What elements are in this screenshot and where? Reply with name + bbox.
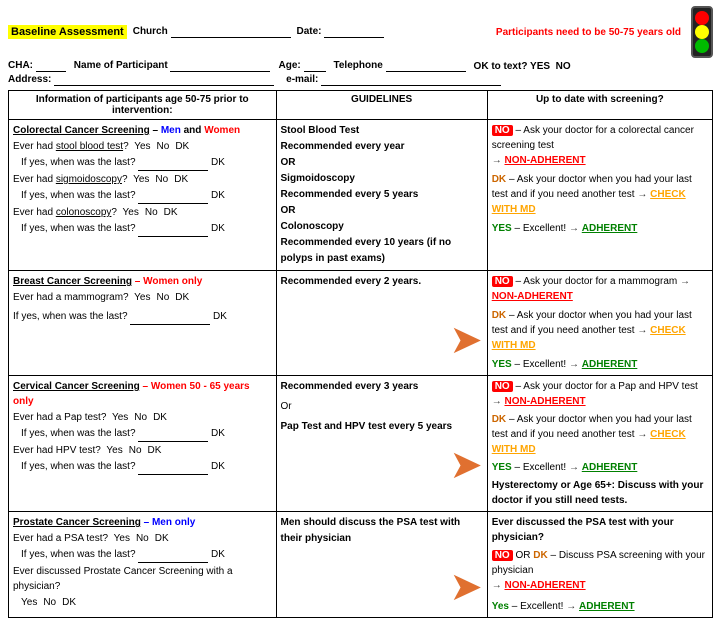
colorectal-dk-line: DK – Ask your doctor when you had your l… [492, 172, 708, 217]
colorectal-no-line: NO – Ask your doctor for a colorectal ca… [492, 123, 708, 153]
psa-when-row: If yes, when was the last? DK [13, 547, 272, 563]
cervical-yes-line: YES – Excellent! → ADHERENT [492, 460, 708, 475]
colorectal-nonadherent: → NON-ADHERENT [492, 153, 708, 168]
mammo-when-row: If yes, when was the last? DK [13, 309, 272, 325]
cervical-no-line: NO – Ask your doctor for a Pap and HPV t… [492, 379, 708, 409]
breast-yes-line: YES – Excellent! → ADHERENT [492, 357, 708, 372]
name-label: Name of Participant [74, 60, 271, 72]
colorectal-uptodate: NO – Ask your doctor for a colorectal ca… [487, 120, 712, 271]
date-label: Date: [297, 26, 385, 38]
prostate-discuss-header: Ever discussed the PSA test with your ph… [492, 515, 708, 545]
breast-rec: Recommended every 2 years. [281, 274, 483, 290]
col1-header: Information of participants age 50-75 pr… [9, 91, 277, 120]
prostate-nonadherent: → NON-ADHERENT [492, 578, 708, 593]
header-warning: Participants need to be 50-75 years old [496, 27, 681, 38]
guide-colon: Colonoscopy [281, 219, 483, 235]
col2-header: GUIDELINES [276, 91, 487, 120]
prostate-rec: Men should discuss the PSA test with the… [281, 515, 483, 547]
guide-sigmoid: Sigmoidoscopy [281, 171, 483, 187]
stool-when-row: If yes, when was the last? DK [13, 155, 272, 171]
stool-row: Ever had stool blood test? Yes No DK [13, 139, 272, 154]
mammo-row: Ever had a mammogram? Yes No DK [13, 290, 272, 305]
psa-row: Ever had a PSA test? Yes No DK [13, 531, 272, 546]
breast-title: Breast Cancer Screening – Women only [13, 274, 272, 289]
email-label: e-mail: [286, 74, 501, 86]
address-label: Address: [8, 74, 274, 86]
sigmoid-row: Ever had sigmoidoscopy? Yes No DK [13, 172, 272, 187]
hpv-when-row: If yes, when was the last? DK [13, 459, 272, 475]
guide-colon-rec: Recommended every 10 years (if no polyps… [281, 235, 483, 267]
oktext-label: OK to text? YES NO [474, 61, 571, 72]
breast-guidelines: Recommended every 2 years. ➤ [276, 271, 487, 376]
traffic-light-icon [691, 6, 713, 58]
breast-no-line: NO – Ask your doctor for a mammogram → N… [492, 274, 708, 304]
church-label: Church [133, 26, 291, 38]
prostate-yes-line: Yes – Excellent! → ADHERENT [492, 599, 708, 614]
breast-info: Breast Cancer Screening – Women only Eve… [9, 271, 277, 376]
table-row: Breast Cancer Screening – Women only Eve… [9, 271, 713, 376]
tl-yellow [695, 25, 709, 39]
prostate-no-line: NO OR DK – Discuss PSA screening with yo… [492, 548, 708, 578]
table-row: Prostate Cancer Screening – Men only Eve… [9, 512, 713, 618]
big-arrow-icon3: ➤ [449, 565, 483, 609]
breast-arrow: ➤ [281, 320, 483, 360]
col3-header: Up to date with screening? [487, 91, 712, 120]
hpv-row: Ever had HPV test? Yes No DK [13, 443, 272, 458]
colonoscopy-row: Ever had colonoscopy? Yes No DK [13, 205, 272, 220]
tl-green [695, 39, 709, 53]
colorectal-info: Colorectal Cancer Screening – Men and Wo… [9, 120, 277, 271]
colorectal-title: Colorectal Cancer Screening – Men and Wo… [13, 123, 272, 138]
cervical-info: Cervical Cancer Screening – Women 50 - 6… [9, 376, 277, 512]
prostate-title: Prostate Cancer Screening – Men only [13, 515, 272, 530]
psa-discuss-row: Ever discussed Prostate Cancer Screening… [13, 564, 272, 594]
table-row: Cervical Cancer Screening – Women 50 - 6… [9, 376, 713, 512]
header-row2: CHA: Name of Participant Age: Telephone … [8, 60, 713, 72]
cervical-special: Hysterectomy or Age 65+: Discuss with yo… [492, 478, 708, 508]
breast-uptodate: NO – Ask your doctor for a mammogram → N… [487, 271, 712, 376]
prostate-arrow: ➤ [281, 567, 483, 607]
baseline-label: Baseline Assessment [8, 25, 127, 39]
guide-stool: Stool Blood Test [281, 123, 483, 139]
psa-discuss-yn: Yes No DK [13, 595, 272, 610]
age-label: Age: [278, 60, 325, 72]
guide-sigmoid-rec: Recommended every 5 years [281, 187, 483, 203]
cervical-arrow: ➤ [281, 445, 483, 485]
prostate-info: Prostate Cancer Screening – Men only Eve… [9, 512, 277, 618]
cervical-or: Or [281, 399, 483, 415]
header-row3: Address: e-mail: [8, 74, 713, 86]
table-row: Colorectal Cancer Screening – Men and Wo… [9, 120, 713, 271]
header-row1: Baseline Assessment Church Date: Partici… [8, 6, 713, 58]
colonoscopy-when-row: If yes, when was the last? DK [13, 221, 272, 237]
guide-or2: OR [281, 203, 483, 219]
cervical-title: Cervical Cancer Screening – Women 50 - 6… [13, 379, 272, 409]
breast-dk-line: DK – Ask your doctor when you had your l… [492, 308, 708, 353]
header-left: Baseline Assessment Church Date: [8, 25, 496, 39]
big-arrow-icon: ➤ [449, 318, 483, 362]
prostate-guidelines: Men should discuss the PSA test with the… [276, 512, 487, 618]
tl-red [695, 11, 709, 25]
pap-when-row: If yes, when was the last? DK [13, 426, 272, 442]
prostate-uptodate: Ever discussed the PSA test with your ph… [487, 512, 712, 618]
telephone-label: Telephone [334, 60, 466, 72]
cervical-dk-line: DK – Ask your doctor when you had your l… [492, 412, 708, 457]
page: Baseline Assessment Church Date: Partici… [0, 0, 721, 624]
main-table: Information of participants age 50-75 pr… [8, 90, 713, 618]
guide-stool-rec: Recommended every year [281, 139, 483, 155]
sigmoid-when-row: If yes, when was the last? DK [13, 188, 272, 204]
colorectal-yes-line: YES – Excellent! → ADHERENT [492, 221, 708, 236]
cha-label: CHA: [8, 60, 66, 72]
cervical-rec2: Pap Test and HPV test every 5 years [281, 419, 483, 435]
pap-row: Ever had a Pap test? Yes No DK [13, 410, 272, 425]
colorectal-guidelines: Stool Blood Test Recommended every year … [276, 120, 487, 271]
guide-or1: OR [281, 155, 483, 171]
cervical-guidelines: Recommended every 3 years Or Pap Test an… [276, 376, 487, 512]
big-arrow-icon2: ➤ [449, 443, 483, 487]
cervical-uptodate: NO – Ask your doctor for a Pap and HPV t… [487, 376, 712, 512]
cervical-rec1: Recommended every 3 years [281, 379, 483, 395]
